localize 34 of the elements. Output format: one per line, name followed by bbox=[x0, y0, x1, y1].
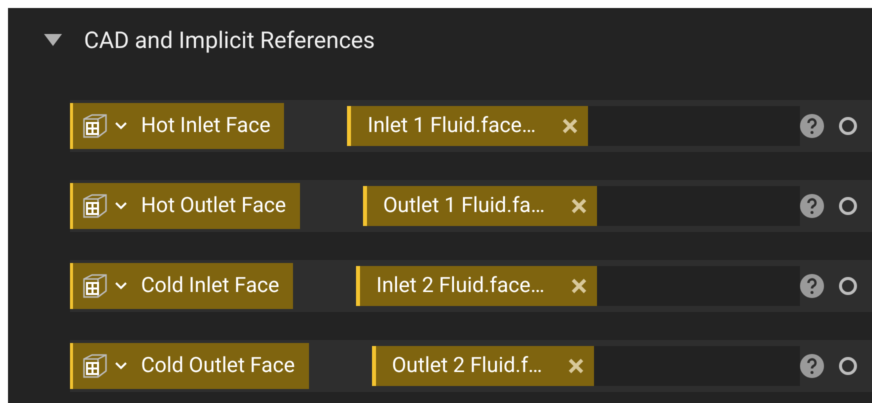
caret-icon bbox=[115, 281, 127, 291]
reference-tag: Inlet 1 Fluid.face… bbox=[347, 106, 588, 146]
face-selector-button[interactable]: Hot Inlet Face bbox=[70, 103, 284, 149]
reference-field[interactable]: Outlet 1 Fluid.fa… bbox=[363, 186, 800, 226]
remove-icon[interactable] bbox=[570, 278, 587, 294]
reference-field[interactable]: Outlet 2 Fluid.f… bbox=[372, 346, 800, 386]
face-selector-button[interactable]: Cold Inlet Face bbox=[70, 263, 294, 309]
cube-grid-icon bbox=[81, 352, 109, 380]
reference-tag: Outlet 2 Fluid.f… bbox=[372, 346, 594, 386]
cube-grid-icon bbox=[81, 112, 109, 140]
reference-field[interactable]: Inlet 1 Fluid.face… bbox=[347, 106, 800, 146]
remove-icon[interactable] bbox=[570, 198, 587, 214]
reference-tag: Outlet 1 Fluid.fa… bbox=[363, 186, 597, 226]
face-selector-button[interactable]: Cold Outlet Face bbox=[70, 343, 309, 389]
caret-icon bbox=[115, 201, 127, 211]
cube-grid-icon bbox=[81, 192, 109, 220]
circle-icon[interactable] bbox=[838, 276, 858, 296]
circle-icon[interactable] bbox=[838, 356, 858, 376]
help-icon[interactable] bbox=[800, 354, 824, 378]
help-icon[interactable] bbox=[800, 194, 824, 218]
circle-icon[interactable] bbox=[838, 116, 858, 136]
caret-icon bbox=[115, 121, 127, 131]
help-icon[interactable] bbox=[800, 114, 824, 138]
help-icon[interactable] bbox=[800, 274, 824, 298]
remove-icon[interactable] bbox=[562, 118, 578, 134]
expand-triangle-icon[interactable] bbox=[44, 34, 62, 46]
section-title: CAD and Implicit References bbox=[84, 26, 375, 54]
caret-icon bbox=[115, 361, 127, 371]
remove-icon[interactable] bbox=[568, 358, 584, 374]
cube-grid-icon bbox=[81, 272, 109, 300]
reference-tag: Inlet 2 Fluid.face… bbox=[356, 266, 597, 306]
circle-icon[interactable] bbox=[838, 196, 858, 216]
reference-field[interactable]: Inlet 2 Fluid.face… bbox=[356, 266, 800, 306]
face-selector-button[interactable]: Hot Outlet Face bbox=[70, 183, 300, 229]
